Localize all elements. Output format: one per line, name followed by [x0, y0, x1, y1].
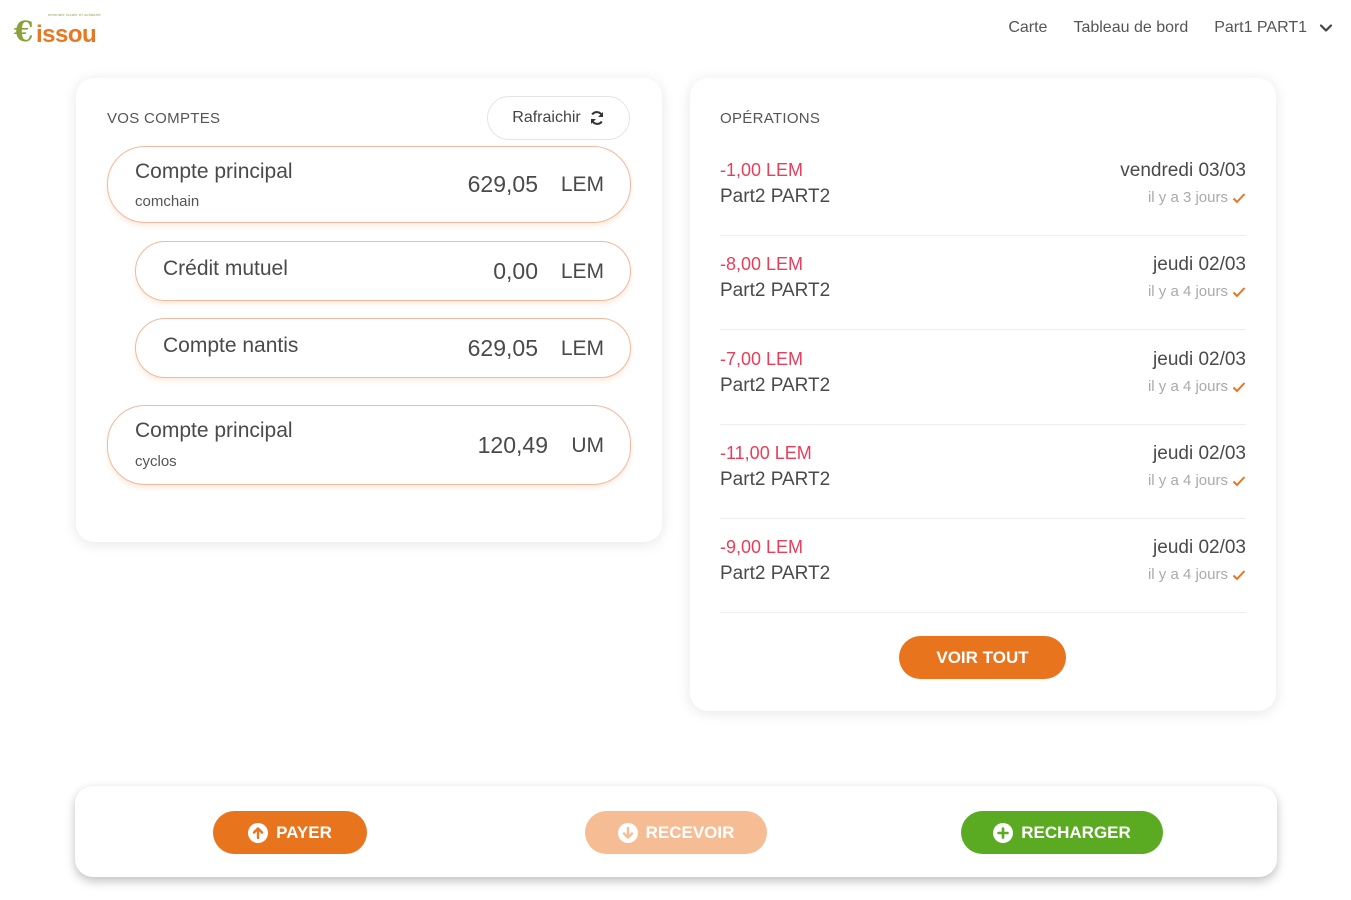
check-icon	[1232, 381, 1246, 392]
operation-row[interactable]: -7,00 LEM Part2 PART2 jeudi 02/03 il y a…	[720, 331, 1246, 425]
check-icon	[1232, 192, 1246, 203]
account-name: Compte principal	[135, 160, 293, 183]
logo-text: issou	[36, 21, 97, 48]
arrow-up-circle-icon	[248, 822, 269, 843]
account-currency: LEM	[560, 260, 604, 283]
user-menu[interactable]: Part1 PART1	[1214, 19, 1333, 37]
relative-time-text: il y a 4 jours	[1147, 283, 1228, 300]
operation-amount: -1,00 LEM	[720, 160, 804, 180]
accounts-title: VOS COMPTES	[107, 110, 221, 127]
account-item-compte-nantis[interactable]: Compte nantis 629,05 LEM	[135, 318, 631, 378]
account-currency: LEM	[560, 337, 604, 360]
account-name: Compte principal	[135, 419, 293, 442]
action-bar: PAYER RECEVOIR RECHARGER	[75, 786, 1277, 877]
account-amount: 629,05	[467, 171, 538, 197]
receive-button[interactable]: RECEVOIR	[585, 811, 767, 854]
operation-relative-time: il y a 4 jours	[1148, 472, 1246, 489]
top-nav: Carte Tableau de bord Part1 PART1	[1008, 19, 1333, 37]
operation-relative-time: il y a 4 jours	[1148, 566, 1246, 583]
account-item-compte-principal-cyclos[interactable]: Compte principal cyclos 120,49 UM	[107, 405, 631, 485]
account-subtitle: cyclos	[135, 453, 177, 470]
logo-tagline: monnaie locale et solidaire	[48, 12, 101, 17]
operation-amount: -8,00 LEM	[720, 254, 804, 274]
operation-amount: -7,00 LEM	[720, 349, 804, 369]
operation-row[interactable]: -1,00 LEM Part2 PART2 vendredi 03/03 il …	[720, 142, 1246, 236]
operation-relative-time: il y a 4 jours	[1148, 378, 1246, 395]
plus-circle-icon	[993, 822, 1014, 843]
receive-label: RECEVOIR	[645, 822, 735, 842]
operation-relative-time: il y a 4 jours	[1148, 283, 1246, 300]
reload-button[interactable]: RECHARGER	[961, 811, 1163, 854]
see-all-button[interactable]: VOIR TOUT	[899, 636, 1066, 679]
pay-label: PAYER	[276, 822, 332, 842]
operation-party: Part2 PART2	[720, 563, 831, 584]
operation-row[interactable]: -8,00 LEM Part2 PART2 jeudi 02/03 il y a…	[720, 236, 1246, 330]
relative-time-text: il y a 4 jours	[1147, 566, 1228, 583]
refresh-icon	[590, 111, 603, 125]
operation-date: jeudi 02/03	[1153, 254, 1246, 275]
relative-time-text: il y a 3 jours	[1147, 189, 1228, 206]
nav-tableau-de-bord[interactable]: Tableau de bord	[1073, 19, 1188, 37]
operation-date: vendredi 03/03	[1120, 160, 1246, 181]
account-amount: 120,49	[477, 432, 548, 458]
logo-leaf-e: €	[14, 15, 34, 48]
chevron-down-icon	[1319, 24, 1333, 32]
operation-amount: -11,00 LEM	[720, 443, 812, 463]
arrow-down-circle-icon	[617, 822, 638, 843]
operation-date: jeudi 02/03	[1153, 349, 1246, 370]
check-icon	[1232, 286, 1246, 297]
account-name: Crédit mutuel	[163, 257, 288, 280]
account-name: Compte nantis	[163, 334, 299, 357]
relative-time-text: il y a 4 jours	[1147, 472, 1228, 489]
operation-party: Part2 PART2	[720, 375, 831, 396]
app-logo[interactable]: monnaie locale et solidaire € issou	[14, 12, 104, 52]
check-icon	[1232, 569, 1246, 580]
relative-time-text: il y a 4 jours	[1147, 378, 1228, 395]
operation-row[interactable]: -11,00 LEM Part2 PART2 jeudi 02/03 il y …	[720, 425, 1246, 519]
user-name: Part1 PART1	[1214, 19, 1307, 36]
pay-button[interactable]: PAYER	[213, 811, 367, 854]
nav-carte[interactable]: Carte	[1008, 19, 1047, 37]
operation-row[interactable]: -9,00 LEM Part2 PART2 jeudi 02/03 il y a…	[720, 519, 1246, 613]
operation-party: Part2 PART2	[720, 469, 831, 490]
operation-date: jeudi 02/03	[1153, 537, 1246, 558]
check-icon	[1232, 475, 1246, 486]
operation-party: Part2 PART2	[720, 280, 831, 301]
account-amount: 0,00	[493, 258, 538, 284]
reload-label: RECHARGER	[1021, 822, 1131, 842]
operations-title: OPÉRATIONS	[720, 110, 821, 127]
operation-date: jeudi 02/03	[1153, 443, 1246, 464]
operations-card: OPÉRATIONS -1,00 LEM Part2 PART2 vendred…	[690, 78, 1276, 711]
account-amount: 629,05	[467, 335, 538, 361]
operation-relative-time: il y a 3 jours	[1148, 189, 1246, 206]
account-item-credit-mutuel[interactable]: Crédit mutuel 0,00 LEM	[135, 241, 631, 301]
account-item-compte-principal-comchain[interactable]: Compte principal comchain 629,05 LEM	[107, 146, 631, 223]
refresh-label: Rafraichir	[512, 109, 581, 126]
refresh-button[interactable]: Rafraichir	[487, 96, 630, 140]
operation-amount: -9,00 LEM	[720, 537, 804, 557]
account-currency: UM	[571, 434, 604, 457]
account-currency: LEM	[560, 173, 604, 196]
operation-party: Part2 PART2	[720, 186, 831, 207]
accounts-card: VOS COMPTES Rafraichir Compte principal …	[76, 78, 662, 542]
account-subtitle: comchain	[135, 193, 200, 210]
